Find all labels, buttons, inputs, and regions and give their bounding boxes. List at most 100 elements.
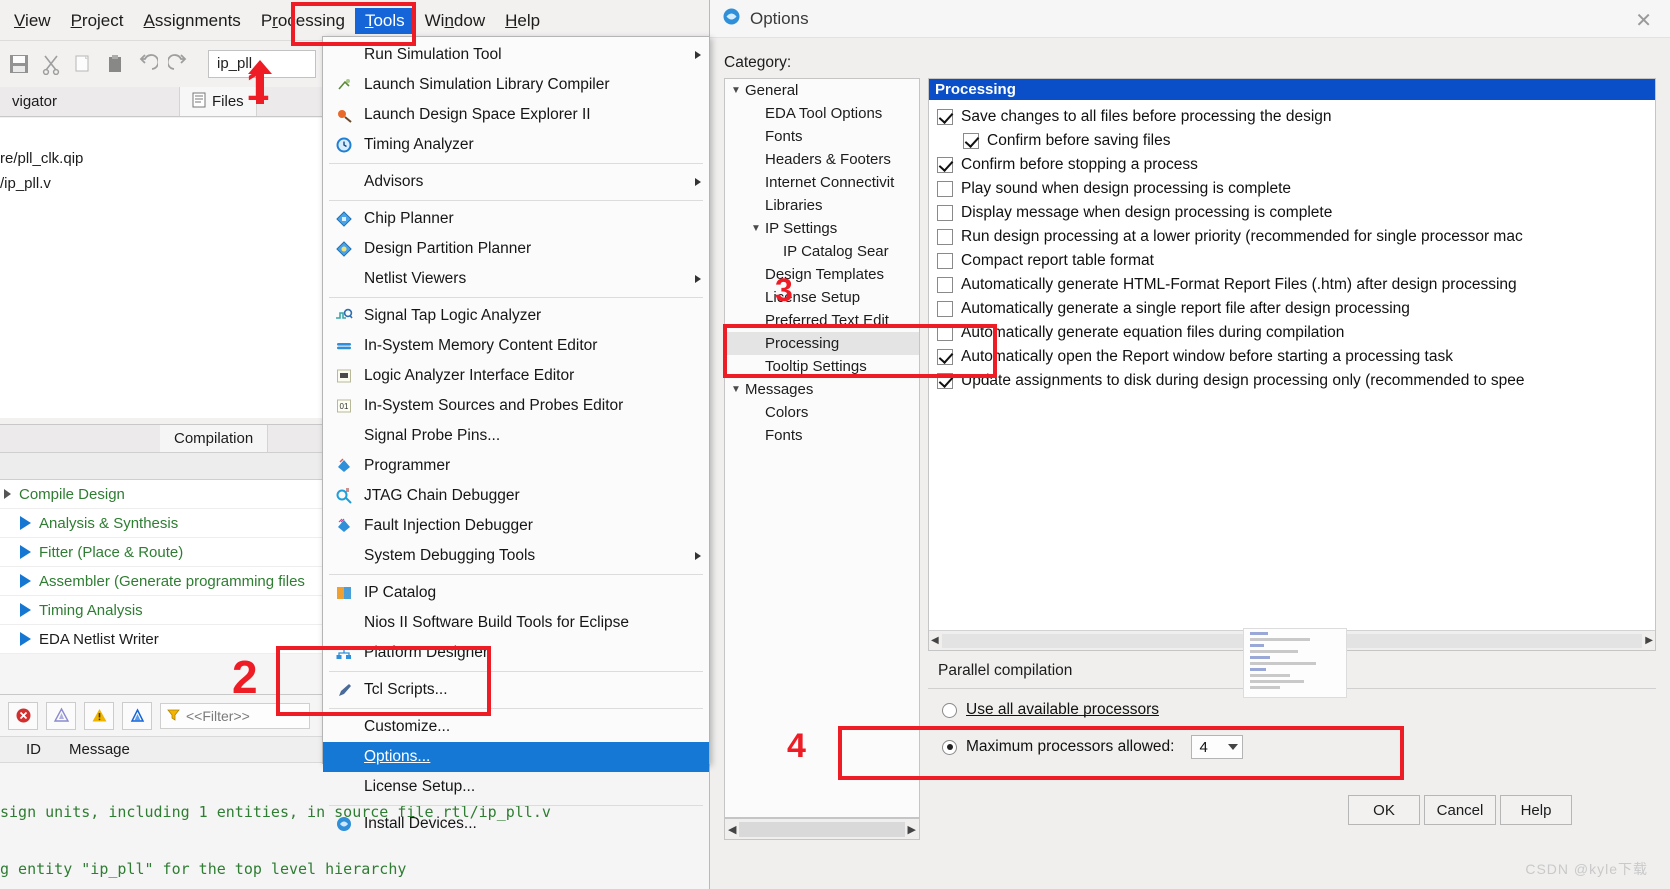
- checkbox-compact-report[interactable]: [937, 253, 953, 269]
- checkbox-row[interactable]: Confirm before saving files: [929, 129, 1655, 153]
- save-icon[interactable]: [8, 53, 30, 75]
- menu-view[interactable]: View: [4, 8, 61, 34]
- menu-item-signal-tap-logic-analyzer[interactable]: Signal Tap Logic Analyzer: [323, 301, 709, 331]
- menu-item-platform-designer[interactable]: Platform Designer: [323, 638, 709, 668]
- radio-use-all-processors[interactable]: Use all available processors: [942, 701, 1159, 719]
- menu-item-in-system-memory-content-editor[interactable]: In-System Memory Content Editor: [323, 331, 709, 361]
- tree-item-tooltip-settings[interactable]: Tooltip Settings: [725, 355, 919, 378]
- menu-item-signal-probe-pins[interactable]: Signal Probe Pins...: [323, 421, 709, 451]
- category-tree[interactable]: ▼ General EDA Tool Options Fonts Headers…: [724, 78, 920, 818]
- checkbox-display-message[interactable]: [937, 205, 953, 221]
- tree-item-messages-fonts[interactable]: Fonts: [725, 424, 919, 447]
- menu-item-design-partition-planner[interactable]: Design Partition Planner: [323, 234, 709, 264]
- tree-item-headers-footers[interactable]: Headers & Footers: [725, 148, 919, 171]
- menu-tools[interactable]: Tools: [354, 8, 415, 34]
- checkbox-confirm-before-saving[interactable]: [963, 133, 979, 149]
- radio-button[interactable]: [942, 702, 957, 718]
- cut-icon[interactable]: [40, 53, 62, 75]
- category-tree-hscrollbar[interactable]: ◀ ▶: [724, 818, 920, 840]
- chevron-down-icon[interactable]: [1228, 744, 1239, 750]
- checkbox-play-sound[interactable]: [937, 181, 953, 197]
- checkbox-row[interactable]: Confirm before stopping a process: [929, 153, 1655, 177]
- radio-maximum-processors[interactable]: Maximum processors allowed: 4: [942, 735, 1244, 759]
- checkbox-save-changes[interactable]: [937, 109, 953, 125]
- menu-item-customize[interactable]: Customize...: [323, 712, 709, 742]
- checkbox-row[interactable]: Automatically generate HTML-Format Repor…: [929, 273, 1655, 297]
- chevron-down-icon[interactable]: ▼: [731, 384, 745, 395]
- play-icon[interactable]: [20, 545, 31, 559]
- menu-item-install-devices[interactable]: Install Devices...: [323, 809, 709, 839]
- checkbox-confirm-stopping[interactable]: [937, 157, 953, 173]
- error-icon[interactable]: [8, 701, 38, 730]
- checkbox-equation-files[interactable]: [937, 325, 953, 341]
- tree-item-messages[interactable]: ▼ Messages: [725, 378, 919, 401]
- checkbox-row[interactable]: Run design processing at a lower priorit…: [929, 225, 1655, 249]
- expand-arrow-icon[interactable]: [4, 489, 11, 499]
- menu-item-run-simulation-tool[interactable]: Run Simulation Tool: [323, 40, 709, 70]
- cancel-button[interactable]: Cancel: [1424, 795, 1496, 825]
- menu-item-system-debugging-tools[interactable]: System Debugging Tools: [323, 541, 709, 571]
- checkbox-update-assignments[interactable]: [937, 373, 953, 389]
- menu-item-fault-injection-debugger[interactable]: Fault Injection Debugger: [323, 511, 709, 541]
- tree-item-colors[interactable]: Colors: [725, 401, 919, 424]
- help-button[interactable]: Help: [1500, 795, 1572, 825]
- menu-assignments[interactable]: Assignments: [133, 8, 250, 34]
- menu-item-tcl-scripts[interactable]: Tcl Scripts...: [323, 675, 709, 705]
- ok-button[interactable]: OK: [1348, 795, 1420, 825]
- menu-window[interactable]: Window: [415, 8, 495, 34]
- tree-item-fonts[interactable]: Fonts: [725, 125, 919, 148]
- menu-processing[interactable]: Processing: [251, 8, 355, 34]
- copy-icon[interactable]: [72, 53, 94, 75]
- tree-item-general[interactable]: ▼ General: [725, 79, 919, 102]
- chevron-down-icon[interactable]: ▼: [731, 85, 745, 96]
- menu-item-launch-design-space-explorer-ii[interactable]: Launch Design Space Explorer II: [323, 100, 709, 130]
- menu-item-in-system-sources-and-probes-editor[interactable]: 01 In-System Sources and Probes Editor: [323, 391, 709, 421]
- checkbox-row[interactable]: Play sound when design processing is com…: [929, 177, 1655, 201]
- scroll-right-arrow-icon[interactable]: ▶: [908, 823, 916, 836]
- paste-icon[interactable]: [104, 53, 126, 75]
- critical-warning-icon[interactable]: [46, 701, 76, 730]
- menu-item-options[interactable]: Options...: [323, 742, 709, 772]
- chevron-down-icon[interactable]: ▼: [751, 223, 765, 234]
- menu-item-license-setup[interactable]: License Setup...: [323, 772, 709, 802]
- checkbox-row[interactable]: Save changes to all files before process…: [929, 105, 1655, 129]
- scroll-thumb[interactable]: [739, 821, 905, 837]
- play-icon[interactable]: [20, 516, 31, 530]
- tree-item-preferred-text-editor[interactable]: Preferred Text Edit: [725, 309, 919, 332]
- checkbox-row[interactable]: Automatically generate a single report f…: [929, 297, 1655, 321]
- checkbox-row[interactable]: Automatically generate equation files du…: [929, 321, 1655, 345]
- menu-item-jtag-chain-debugger[interactable]: JTAG Chain Debugger: [323, 481, 709, 511]
- play-icon[interactable]: [20, 603, 31, 617]
- checkbox-single-report[interactable]: [937, 301, 953, 317]
- checkbox-open-report-window[interactable]: [937, 349, 953, 365]
- warning-icon[interactable]: [84, 701, 114, 730]
- message-filter-input[interactable]: <<Filter>>: [160, 702, 310, 729]
- checkbox-row[interactable]: Display message when design processing i…: [929, 201, 1655, 225]
- play-icon[interactable]: [20, 632, 31, 646]
- tree-item-ip-catalog-search[interactable]: IP Catalog Sear: [725, 240, 919, 263]
- radio-button[interactable]: [942, 739, 957, 755]
- checkbox-row[interactable]: Update assignments to disk during design…: [929, 369, 1655, 393]
- checkbox-row[interactable]: Compact report table format: [929, 249, 1655, 273]
- tree-item-processing[interactable]: Processing: [725, 332, 919, 355]
- menu-item-netlist-viewers[interactable]: Netlist Viewers: [323, 264, 709, 294]
- scroll-right-arrow-icon[interactable]: ▶: [1645, 635, 1653, 646]
- scroll-left-arrow-icon[interactable]: ◀: [728, 823, 736, 836]
- tree-item-license-setup[interactable]: License Setup: [725, 286, 919, 309]
- redo-icon[interactable]: [168, 53, 190, 75]
- menu-item-nios-ii-software-build-tools[interactable]: Nios II Software Build Tools for Eclipse: [323, 608, 709, 638]
- checkbox-row[interactable]: Automatically open the Report window bef…: [929, 345, 1655, 369]
- info-icon[interactable]: [122, 701, 152, 730]
- menu-item-advisors[interactable]: Advisors: [323, 167, 709, 197]
- tree-item-internet-connectivity[interactable]: Internet Connectivit: [725, 171, 919, 194]
- scroll-left-arrow-icon[interactable]: ◀: [931, 635, 939, 646]
- tree-item-ip-settings[interactable]: ▼ IP Settings: [725, 217, 919, 240]
- max-processors-spinner[interactable]: 4: [1191, 735, 1244, 759]
- menu-item-chip-planner[interactable]: Chip Planner: [323, 204, 709, 234]
- close-icon[interactable]: ✕: [1635, 8, 1652, 33]
- checkbox-lower-priority[interactable]: [937, 229, 953, 245]
- undo-icon[interactable]: [136, 53, 158, 75]
- tree-item-design-templates[interactable]: Design Templates: [725, 263, 919, 286]
- menu-item-ip-catalog[interactable]: IP Catalog: [323, 578, 709, 608]
- menu-item-launch-simulation-library-compiler[interactable]: Launch Simulation Library Compiler: [323, 70, 709, 100]
